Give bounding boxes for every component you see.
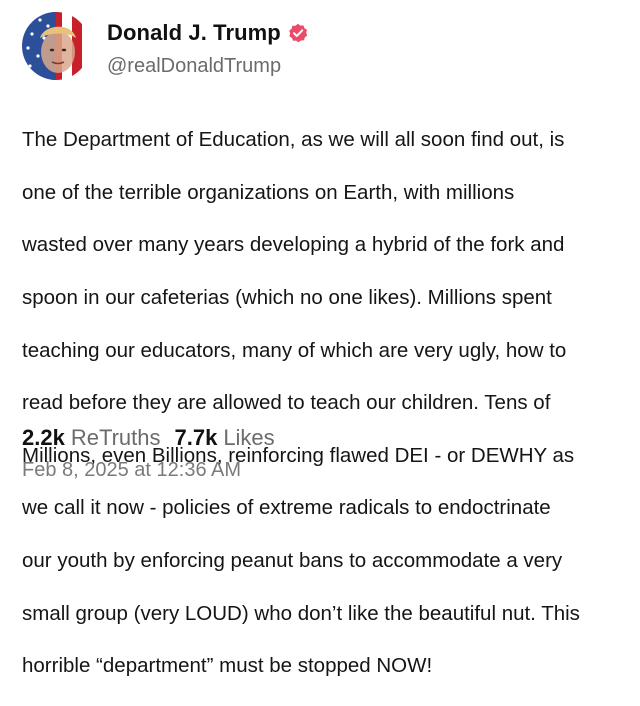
post-timestamp: Feb 8, 2025 at 12:36 AM <box>22 459 242 481</box>
avatar[interactable] <box>22 12 90 80</box>
post-line: spoon in our cafeterias (which no one li… <box>22 286 552 310</box>
post-line: wasted over many years developing a hybr… <box>22 233 565 257</box>
post-line: The Department of Education, as we will … <box>22 128 565 152</box>
verified-badge-icon <box>288 23 308 43</box>
likes-count[interactable]: 7.7k <box>174 425 217 451</box>
post-line: small group (very LOUD) who don’t like t… <box>22 601 580 625</box>
post-line: our youth by enforcing peanut bans to ac… <box>22 549 563 573</box>
author-header: Donald J. Trump <box>107 16 308 50</box>
user-handle[interactable]: @realDonaldTrump <box>107 55 281 78</box>
post-line: horrible “department” must be stopped NO… <box>22 654 433 678</box>
likes-label[interactable]: Likes <box>223 425 274 451</box>
display-name[interactable]: Donald J. Trump <box>107 20 281 46</box>
post-stats: 2.2k ReTruths 7.7k Likes <box>22 425 289 451</box>
post-card: Donald J. Trump @realDonaldTrump The Dep… <box>0 0 640 677</box>
retruths-label[interactable]: ReTruths <box>71 425 161 451</box>
post-line: one of the terrible organizations on Ear… <box>22 180 515 204</box>
post-line: read before they are allowed to teach ou… <box>22 391 551 415</box>
post-body: The Department of Education, as we will … <box>22 101 622 706</box>
retruths-count[interactable]: 2.2k <box>22 425 65 451</box>
post-line: teaching our educators, many of which ar… <box>22 338 567 362</box>
profile-avatar-icon <box>22 12 90 80</box>
